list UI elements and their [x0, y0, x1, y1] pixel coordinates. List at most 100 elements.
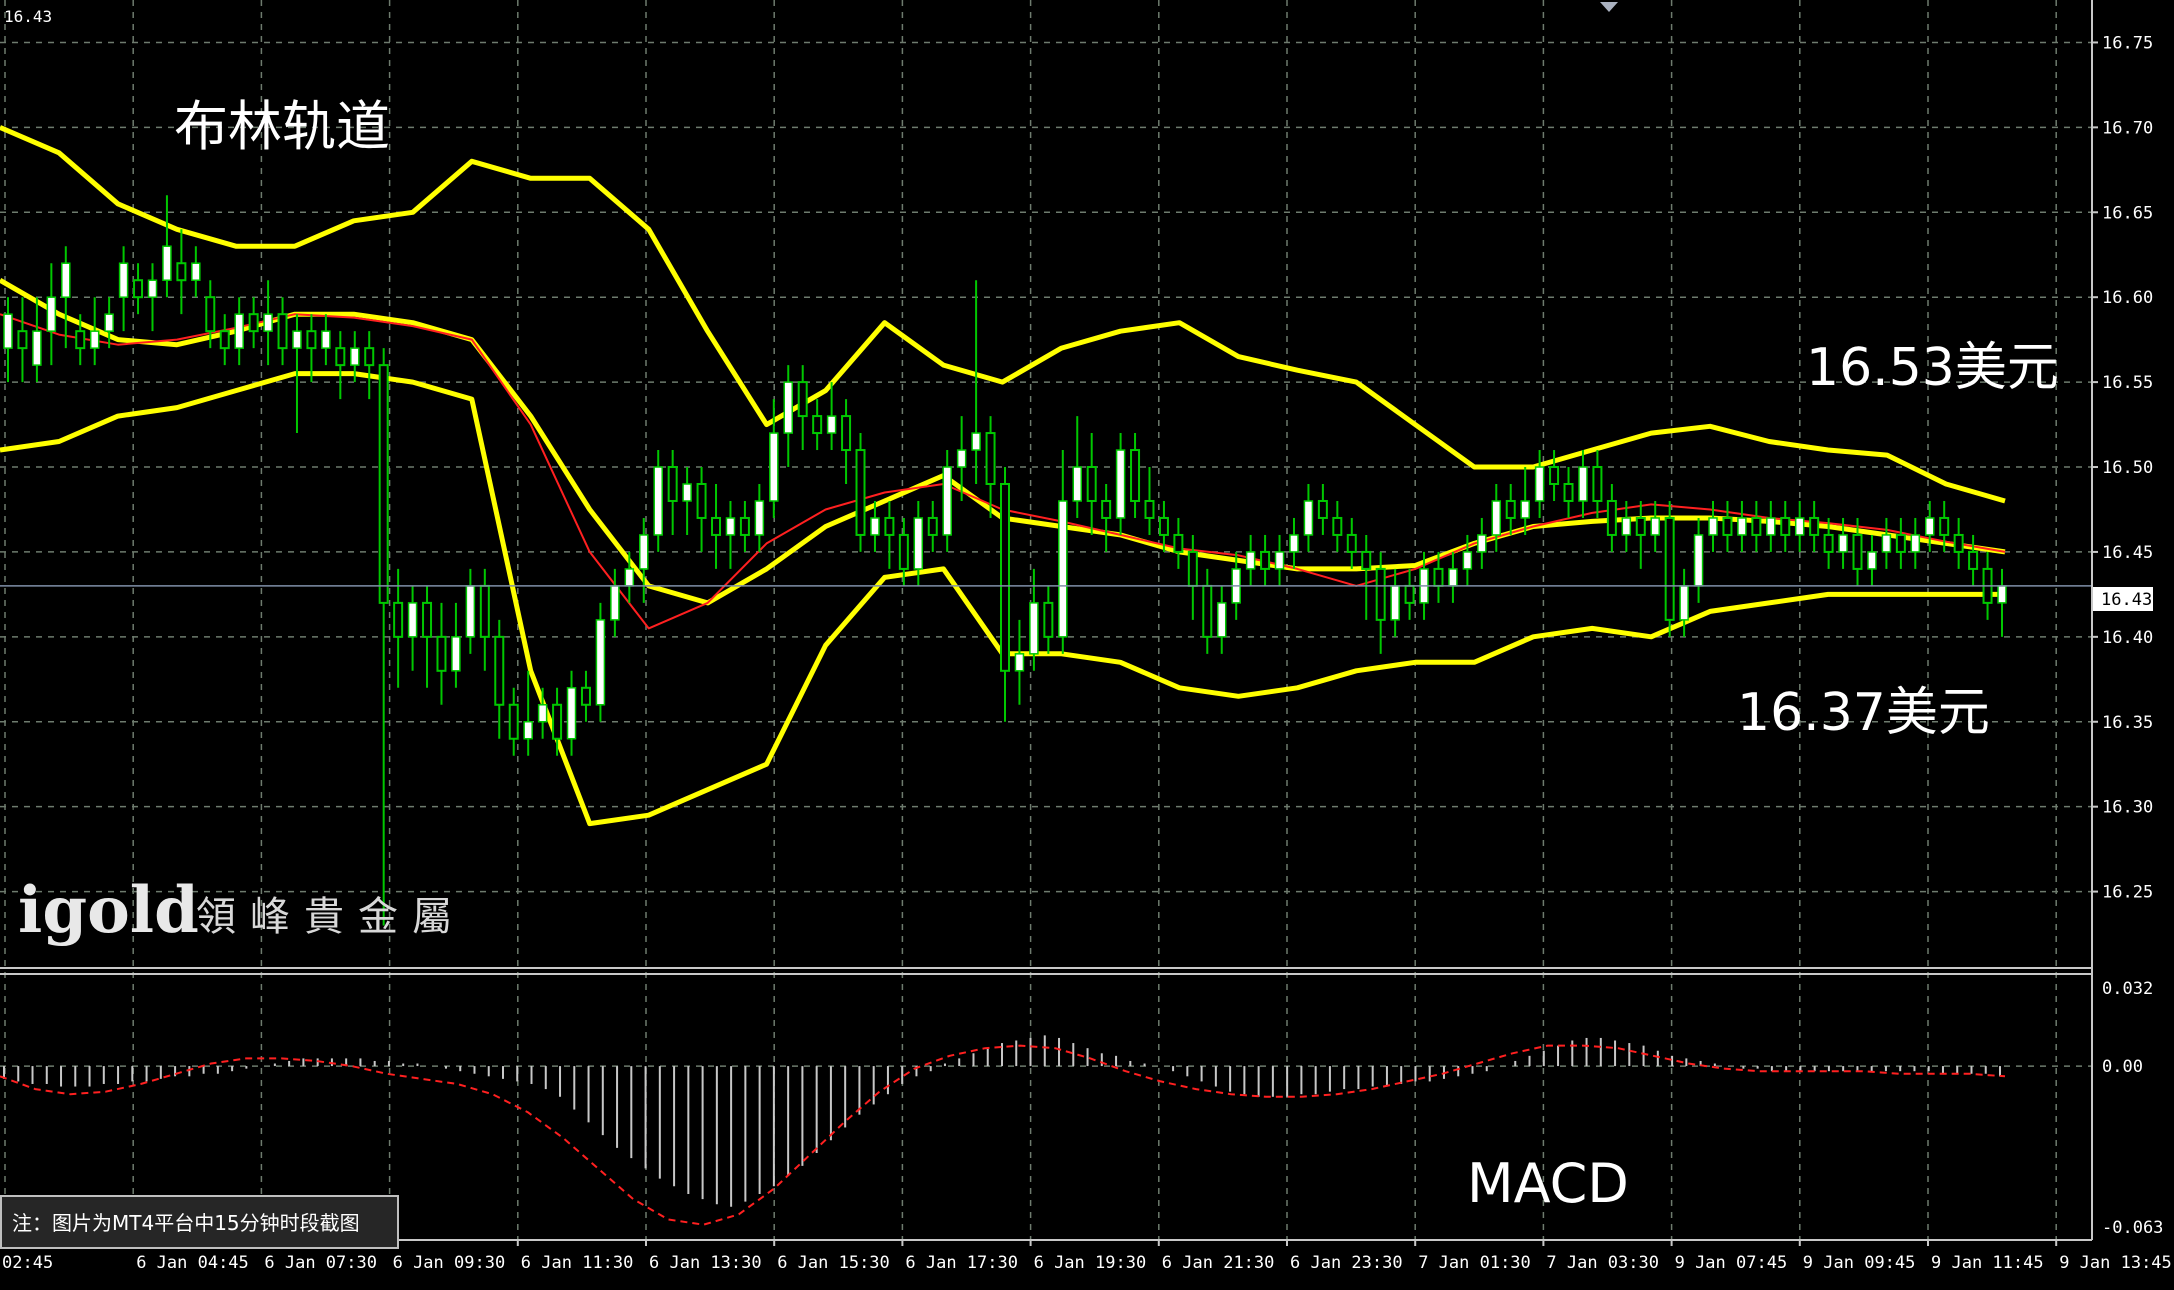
candle-body-up — [754, 500, 765, 536]
candle-body-up — [913, 517, 924, 570]
current-price-value: 16.43 — [2101, 590, 2152, 610]
note-text: 注：图片为MT4平台中15分钟时段截图 — [12, 1211, 360, 1235]
candle-body-up — [89, 330, 100, 349]
chart: 16.75 16.70 16.65 16.60 16.55 16.50 16.45 16.40… — [0, 0, 2174, 1290]
candle-body-down — [812, 415, 823, 435]
candle-body-down — [1187, 550, 1198, 587]
candle-body-up — [1274, 551, 1285, 570]
candle-body-down — [436, 635, 447, 672]
candle-body-down — [1968, 550, 1979, 570]
candle-body-down — [1895, 533, 1906, 553]
candle-body-down — [696, 483, 707, 519]
candle-body-up — [942, 466, 952, 536]
candle-body-down — [335, 347, 346, 367]
candle-body-up — [61, 262, 71, 298]
candle-body-down — [1332, 516, 1343, 536]
macd-tick-label: 0.032 — [2102, 979, 2153, 999]
time-tick-label: 6 Jan 21:30 — [1162, 1253, 1275, 1273]
candle-body-up — [826, 415, 837, 434]
chart-background — [0, 0, 2174, 1290]
candle-body-down — [393, 601, 404, 638]
macd-annotation: MACD — [1467, 1152, 1629, 1215]
candle-body-down — [1751, 516, 1762, 536]
candle-body-up — [1115, 449, 1126, 519]
logo-chinese: 領峰貴金屬 — [196, 894, 466, 940]
candle-body-down — [1404, 584, 1415, 604]
time-tick-label: 7 Jan 03:30 — [1546, 1253, 1659, 1273]
candle-body-down — [277, 313, 288, 350]
candle-body-up — [1390, 585, 1400, 621]
candle-body-down — [205, 296, 216, 333]
logo-brand: igold — [18, 873, 199, 948]
candle-body-down — [133, 279, 144, 299]
candle-body-up — [191, 262, 201, 281]
candle-body-up — [1216, 602, 1227, 638]
candle-body-up — [1693, 534, 1704, 587]
candle-body-up — [1679, 585, 1689, 621]
candle-body-down — [306, 330, 317, 350]
candle — [1664, 500, 1675, 637]
current-price-tag: 16.43 — [2093, 587, 2153, 611]
candle-body-down — [378, 364, 389, 604]
candle-body-up — [162, 245, 172, 281]
candle-body-up — [1448, 568, 1458, 587]
candle-body-down — [1130, 449, 1141, 502]
candle-body-up — [1867, 551, 1877, 570]
candle-body-up — [1925, 517, 1935, 536]
candle-body-up — [292, 330, 302, 349]
time-tick-label: 02:45 — [2, 1253, 53, 1273]
candle-body-down — [1939, 516, 1950, 536]
price-tick-label: 16.45 — [2102, 543, 2153, 563]
candle-body-down — [1202, 584, 1213, 638]
candle-body-down — [1433, 567, 1444, 587]
price-tick-label: 16.70 — [2102, 118, 2153, 138]
candle-body-down — [1375, 567, 1386, 621]
candle — [595, 602, 606, 722]
candle-body-up — [118, 262, 129, 298]
candle-body-down — [1144, 499, 1155, 519]
candle-body-down — [739, 516, 750, 536]
candle-body-up — [1058, 500, 1068, 638]
candle-body-down — [1086, 466, 1097, 502]
price-tick-label: 16.50 — [2102, 458, 2153, 478]
candle-body-down — [1260, 550, 1271, 570]
title-annotation: 布林轨道 — [174, 95, 390, 158]
candle-body-down — [1852, 533, 1863, 570]
candle-body-down — [927, 516, 938, 536]
candle-body-up — [234, 313, 244, 349]
candle-body-down — [1505, 499, 1516, 519]
candle-body-down — [1953, 533, 1964, 553]
candle-body-up — [1534, 466, 1545, 502]
candle-body-down — [1823, 533, 1834, 553]
candle-body-up — [1881, 534, 1892, 553]
candle-body-down — [479, 584, 490, 638]
price-tick-label: 16.65 — [2102, 203, 2153, 223]
price-tick-label: 16.25 — [2102, 883, 2153, 903]
candle-body-up — [451, 636, 461, 672]
candle-body-up — [350, 347, 360, 366]
candle-body-up — [46, 296, 57, 332]
candle-body-down — [1361, 550, 1372, 570]
candle-body-up — [1072, 466, 1082, 502]
candle-body-up — [566, 687, 577, 740]
candle-body-up — [971, 432, 981, 451]
note-box: 注：图片为MT4平台中15分钟时段截图 — [0, 1195, 399, 1249]
time-tick-label: 6 Jan 04:45 — [136, 1253, 249, 1273]
time-tick-label: 6 Jan 23:30 — [1290, 1253, 1403, 1273]
candle-body-up — [3, 313, 13, 349]
upper-band-price-annotation: 16.53美元 — [1806, 338, 2059, 398]
candle-body-down — [219, 330, 230, 350]
macd-tick-label: -0.063 — [2102, 1218, 2163, 1238]
candle-body-up — [1650, 517, 1660, 536]
candle-body-up — [465, 585, 476, 638]
candle-body-up — [639, 534, 649, 570]
candle-body-down — [841, 415, 852, 452]
candle-body-up — [1997, 585, 2007, 604]
candle-body-down — [176, 262, 187, 282]
candle-body-up — [595, 619, 606, 706]
candle-body-up — [1477, 534, 1487, 553]
candle-body-down — [985, 432, 996, 486]
candle-body-down — [667, 466, 678, 502]
candle-body-up — [32, 330, 42, 366]
time-tick-label: 9 Jan 09:45 — [1803, 1253, 1916, 1273]
